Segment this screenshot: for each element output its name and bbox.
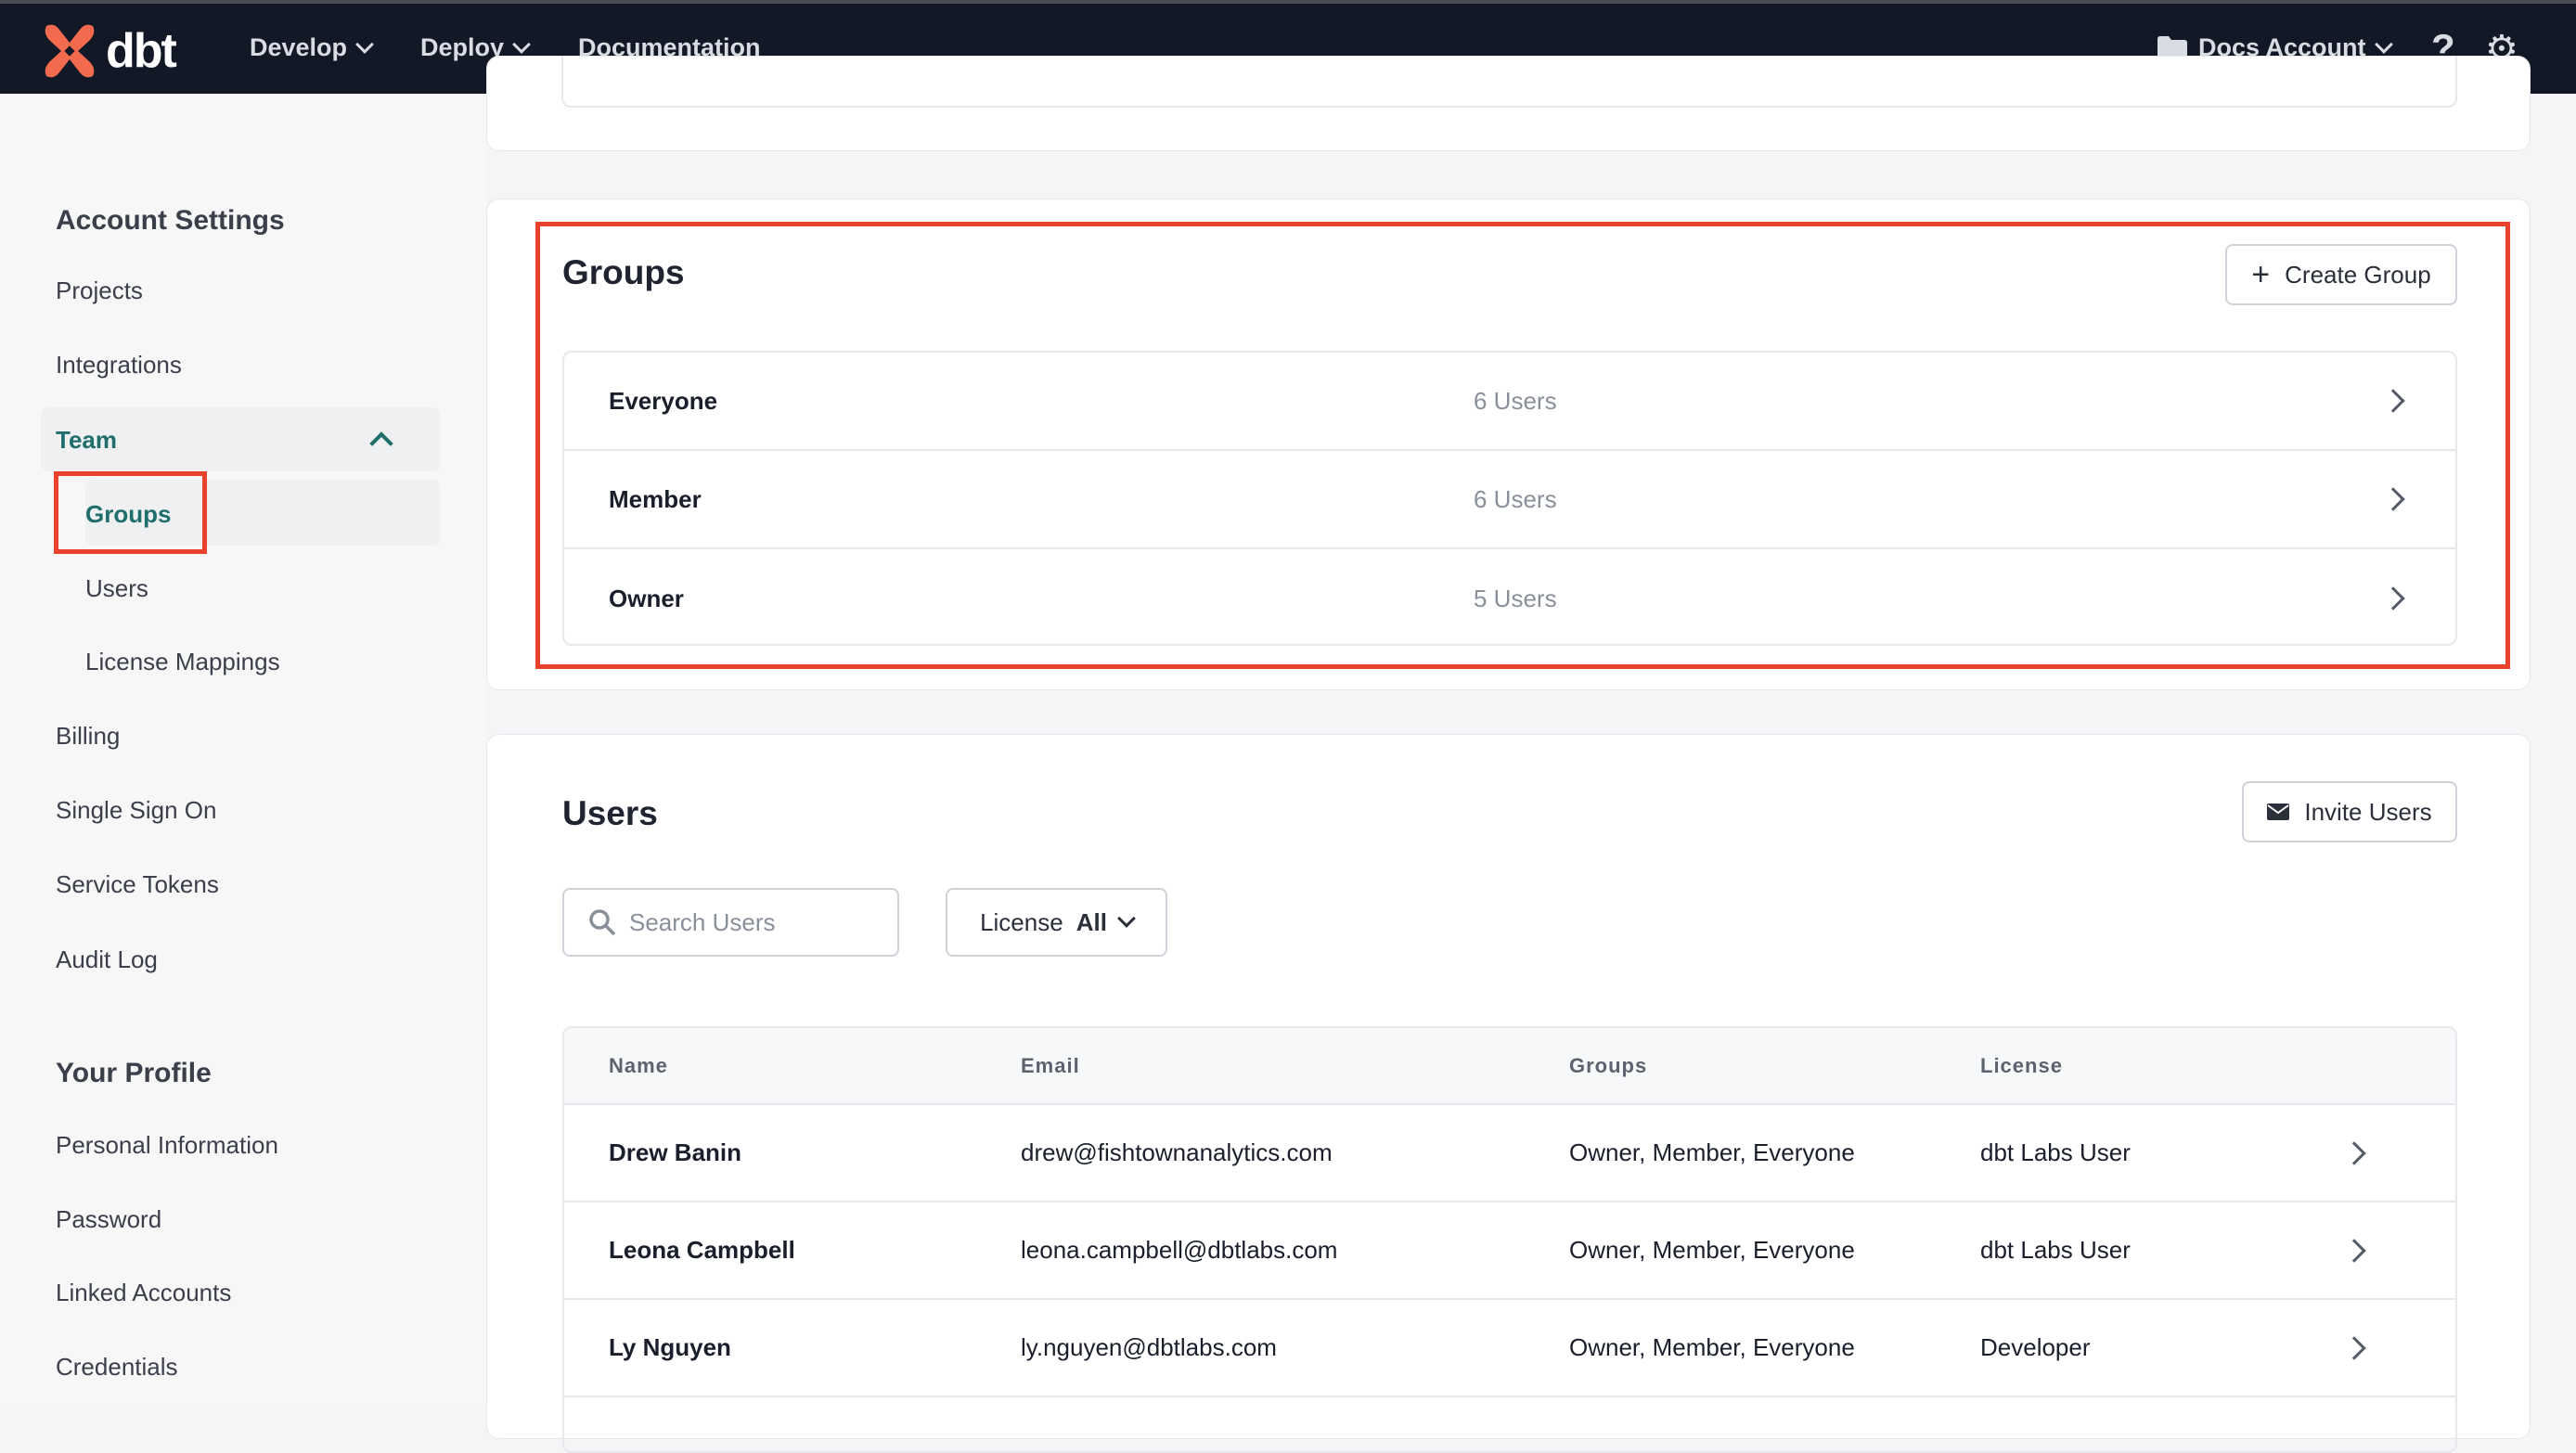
logo-text: dbt <box>106 24 177 78</box>
highlight-box <box>535 222 2510 669</box>
sidebar-item-integrations[interactable]: Integrations <box>56 351 182 379</box>
table-row[interactable]: Ly Nguyen ly.nguyen@dbtlabs.com Owner, M… <box>564 1298 2455 1395</box>
sidebar-item-personal-information[interactable]: Personal Information <box>56 1131 278 1160</box>
your-profile-heading: Your Profile <box>56 1058 212 1088</box>
dbt-logo[interactable]: dbt <box>41 22 177 80</box>
user-name: Leona Campbell <box>609 1236 795 1264</box>
sidebar-item-password[interactable]: Password <box>56 1205 161 1234</box>
user-groups: Owner, Member, Everyone <box>1569 1236 1855 1264</box>
users-card: Users Invite Users Search Users License … <box>486 734 2531 1453</box>
chevron-right-icon <box>2342 1336 2366 1360</box>
user-groups: Owner, Member, Everyone <box>1569 1138 1855 1166</box>
user-license: dbt Labs User <box>1980 1138 2131 1166</box>
user-email: drew@fishtownanalytics.com <box>1021 1138 1333 1166</box>
account-settings-heading: Account Settings <box>56 205 285 236</box>
sidebar-item-sso[interactable]: Single Sign On <box>56 796 216 825</box>
sidebar-item-linked-accounts[interactable]: Linked Accounts <box>56 1279 231 1307</box>
column-license: License <box>1980 1054 2063 1077</box>
previous-card <box>486 56 2531 151</box>
chevron-down-icon <box>1117 909 1136 928</box>
search-icon <box>589 909 616 936</box>
user-license: dbt Labs User <box>1980 1236 2131 1264</box>
column-name: Name <box>609 1054 668 1077</box>
users-table: Name Email Groups License Drew Banin dre… <box>562 1026 2457 1453</box>
sidebar-item-team[interactable]: Team <box>41 407 440 471</box>
team-label: Team <box>56 426 117 454</box>
sidebar-item-license-mappings[interactable]: License Mappings <box>85 648 280 676</box>
user-groups: Owner, Member, Everyone <box>1569 1333 1855 1361</box>
license-filter-value: All <box>1075 907 1107 936</box>
sidebar-item-audit-log[interactable]: Audit Log <box>56 945 158 974</box>
dbt-logo-icon <box>45 24 95 78</box>
user-email: ly.nguyen@dbtlabs.com <box>1021 1333 1277 1361</box>
sidebar-item-users[interactable]: Users <box>85 574 148 603</box>
develop-menu[interactable]: Develop <box>250 33 374 62</box>
license-filter-label: License <box>980 907 1063 936</box>
chevron-down-icon <box>2374 34 2393 54</box>
user-license: Developer <box>1980 1333 2091 1361</box>
table-row[interactable] <box>564 1395 2455 1451</box>
previous-card-inner <box>561 57 2457 108</box>
invite-users-button[interactable]: Invite Users <box>2242 781 2457 842</box>
sidebar-item-projects[interactable]: Projects <box>56 276 143 305</box>
chevron-right-icon <box>2342 1239 2366 1263</box>
sidebar-item-credentials[interactable]: Credentials <box>56 1353 178 1382</box>
table-header: Name Email Groups License <box>564 1028 2455 1103</box>
search-users-input[interactable]: Search Users <box>562 888 899 957</box>
chevron-down-icon <box>355 34 374 54</box>
envelope-icon <box>2267 804 2290 820</box>
user-email: leona.campbell@dbtlabs.com <box>1021 1236 1338 1264</box>
chevron-up-icon <box>369 431 393 456</box>
search-placeholder: Search Users <box>629 907 776 936</box>
column-groups: Groups <box>1569 1054 1648 1077</box>
chevron-down-icon <box>512 34 531 54</box>
users-title: Users <box>562 794 658 832</box>
invite-users-label: Invite Users <box>2304 797 2432 826</box>
sidebar-item-billing[interactable]: Billing <box>56 722 120 751</box>
user-name: Ly Nguyen <box>609 1333 731 1361</box>
chevron-right-icon <box>2342 1141 2366 1165</box>
sidebar-item-service-tokens[interactable]: Service Tokens <box>56 870 219 899</box>
develop-label: Develop <box>250 33 348 61</box>
highlight-box <box>54 471 207 554</box>
table-row[interactable]: Leona Campbell leona.campbell@dbtlabs.co… <box>564 1201 2455 1298</box>
license-filter-select[interactable]: License All <box>946 888 1167 957</box>
table-row[interactable]: Drew Banin drew@fishtownanalytics.com Ow… <box>564 1103 2455 1201</box>
column-email: Email <box>1021 1054 1080 1077</box>
user-name: Drew Banin <box>609 1138 742 1166</box>
